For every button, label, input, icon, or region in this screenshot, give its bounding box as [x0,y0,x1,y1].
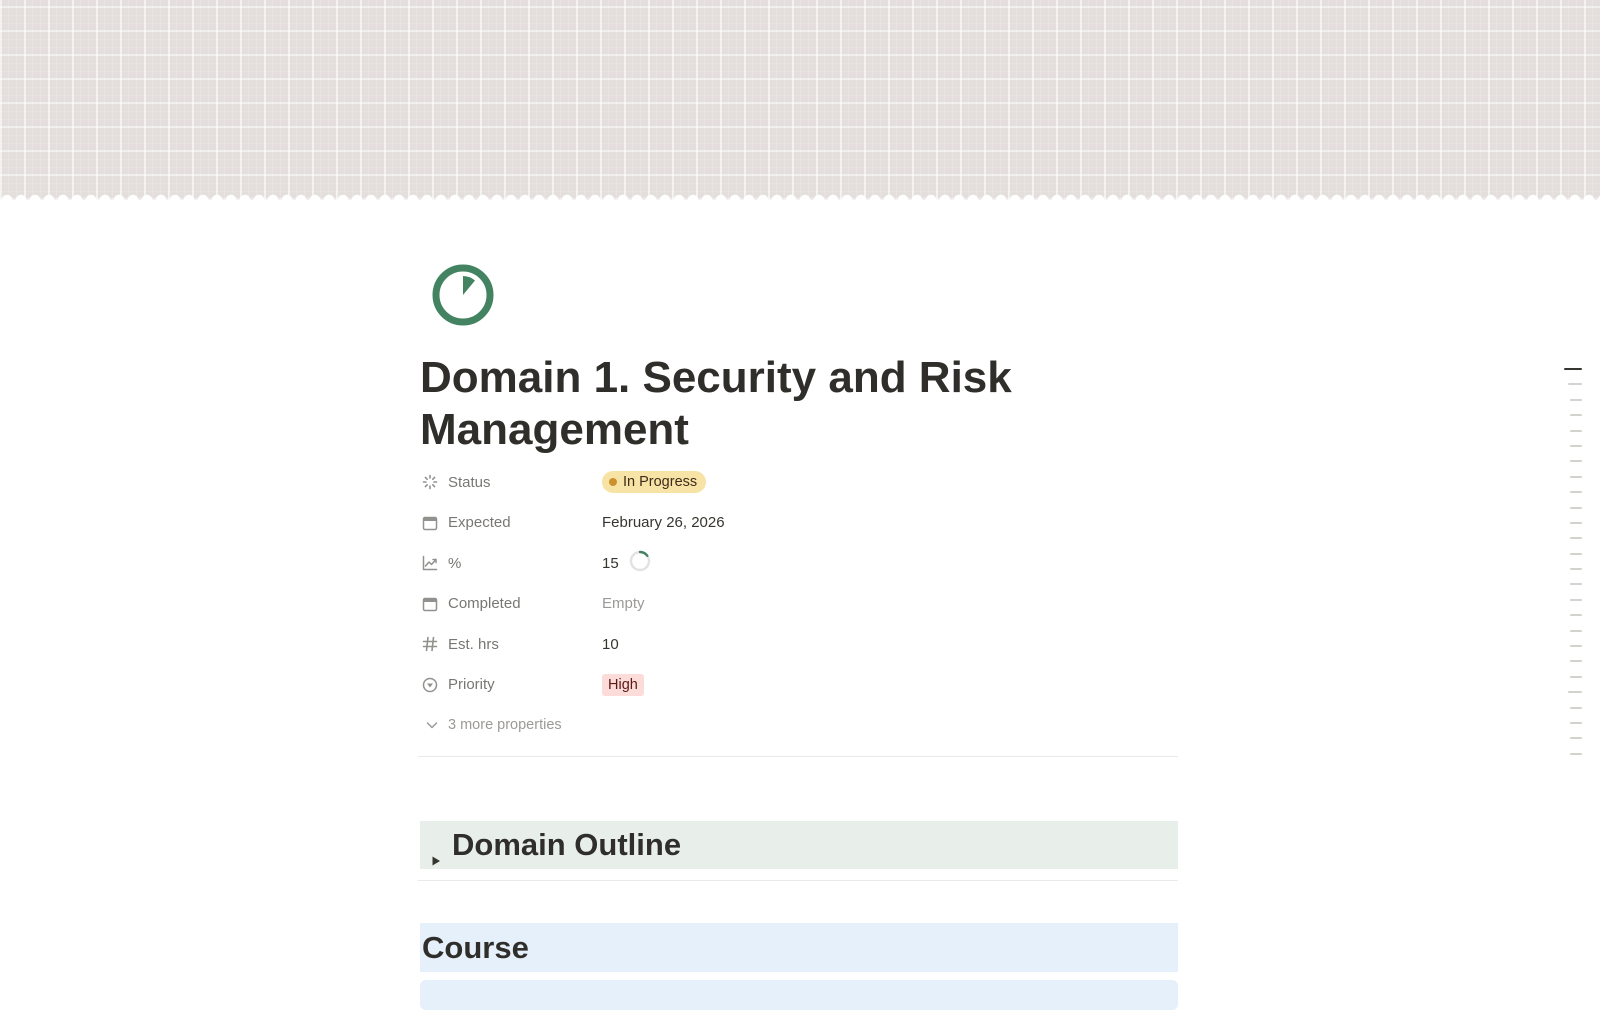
more-properties-label: 3 more properties [448,717,562,733]
priority-badge: High [602,673,644,696]
calendar-icon [420,594,440,614]
toc-marker[interactable] [1570,414,1582,417]
status-badge-label: In Progress [623,474,698,491]
property-row-status: Status In Progress [420,462,1180,503]
est-hrs-value: 10 [602,635,619,653]
toc-marker[interactable] [1570,491,1582,494]
toc-marker[interactable] [1570,537,1582,540]
select-arrow-icon [420,675,440,695]
more-properties-toggle[interactable]: 3 more properties [420,707,1180,743]
chevron-down-icon [424,717,440,733]
page-cover[interactable] [0,0,1600,200]
cover-scalloped-edge [0,190,1600,200]
properties-divider [418,756,1178,757]
toc-marker[interactable] [1570,706,1582,709]
property-value-status[interactable]: In Progress [602,465,707,499]
expected-date: February 26, 2026 [602,514,725,532]
property-row-priority: Priority High [420,665,1180,706]
status-badge: In Progress [602,471,707,494]
toc-marker[interactable] [1570,552,1582,555]
property-name-expected[interactable]: Expected [420,506,602,540]
percent-value: 15 [602,554,619,572]
toc-marker[interactable] [1570,721,1582,724]
progress-circle-icon[interactable] [430,262,496,328]
property-value-est-hrs[interactable]: 10 [602,627,619,661]
toc-marker[interactable] [1570,460,1582,463]
toggle-triangle-icon[interactable] [430,839,442,866]
empty-placeholder: Empty [602,595,645,613]
hash-icon [420,634,440,654]
toc-marker[interactable] [1570,660,1582,663]
toc-marker[interactable] [1568,383,1582,386]
toc-marker[interactable] [1570,614,1582,617]
property-value-percent[interactable]: 15 [602,546,651,580]
property-name-completed[interactable]: Completed [420,587,602,621]
chart-line-icon [420,553,440,573]
status-loader-icon [420,472,440,492]
toc-marker[interactable] [1570,521,1582,524]
property-label: Priority [448,676,495,694]
course-heading-text: Course [422,929,529,965]
progress-ring-icon [629,550,651,576]
property-row-est-hrs: Est. hrs 10 [420,624,1180,665]
property-value-expected[interactable]: February 26, 2026 [602,506,725,540]
property-label: Est. hrs [448,635,499,653]
property-row-completed: Completed Empty [420,584,1180,625]
property-name-est-hrs[interactable]: Est. hrs [420,627,602,661]
table-of-contents-markers[interactable] [1560,368,1582,768]
status-dot-icon [609,478,617,487]
property-label: Status [448,473,491,491]
property-label: Completed [448,595,521,613]
toc-marker[interactable] [1570,398,1582,401]
property-name-percent[interactable]: % [420,546,602,580]
toc-marker[interactable] [1570,444,1582,447]
page-title[interactable]: Domain 1. Security and Risk Management [420,352,1180,456]
property-row-expected: Expected February 26, 2026 [420,503,1180,544]
toc-marker[interactable] [1570,645,1582,648]
toc-marker[interactable] [1570,429,1582,432]
properties-panel: Status In Progress Expected February 26,… [420,462,1180,743]
toggle-heading-domain-outline[interactable]: Domain Outline [420,821,1178,869]
toc-marker[interactable] [1568,691,1582,694]
toc-marker[interactable] [1570,737,1582,740]
toc-marker[interactable] [1570,583,1582,586]
property-label: Expected [448,514,511,532]
property-name-status[interactable]: Status [420,465,602,499]
toc-marker[interactable] [1570,675,1582,678]
toc-marker[interactable] [1570,752,1582,755]
property-name-priority[interactable]: Priority [420,668,602,702]
property-row-percent: % 15 [420,543,1180,584]
calendar-icon [420,513,440,533]
toc-marker-active[interactable] [1564,368,1582,370]
toggle-heading-text: Domain Outline [452,827,682,862]
toc-marker[interactable] [1570,568,1582,571]
property-label: % [448,554,462,572]
toc-marker[interactable] [1570,506,1582,509]
property-value-completed[interactable]: Empty [602,587,645,621]
toc-marker[interactable] [1570,598,1582,601]
course-heading[interactable]: Course [420,923,1178,972]
toc-marker[interactable] [1570,629,1582,632]
course-callout[interactable] [420,980,1178,1010]
section-divider [418,880,1178,881]
property-value-priority[interactable]: High [602,668,644,702]
toc-marker[interactable] [1570,475,1582,478]
